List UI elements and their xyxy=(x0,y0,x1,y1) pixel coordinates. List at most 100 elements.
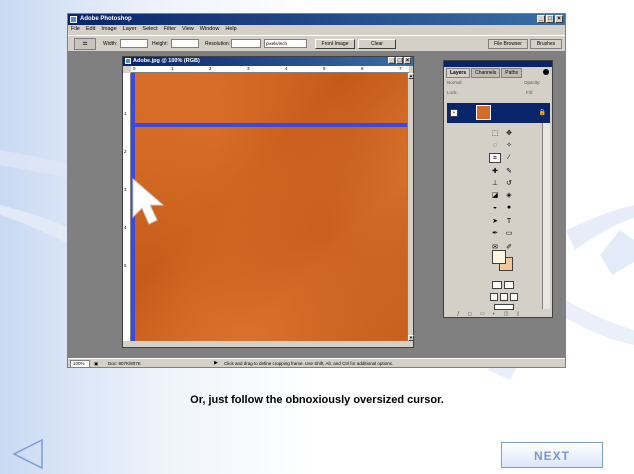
ruler-h-mark: 3 xyxy=(247,66,250,71)
menu-edit[interactable]: Edit xyxy=(86,25,95,34)
fill-label: Fill: xyxy=(526,90,533,95)
shape-tool-icon[interactable]: ▭ xyxy=(503,229,515,239)
menu-view[interactable]: View xyxy=(182,25,194,34)
history-brush-tool-icon[interactable]: ↺ xyxy=(503,179,515,189)
image-canvas[interactable] xyxy=(131,73,407,341)
opacity-label: Opacity: xyxy=(524,80,541,85)
doc-maximize-button[interactable]: □ xyxy=(396,57,403,64)
maximize-button[interactable]: □ xyxy=(546,15,554,23)
screen-mode-standard-button[interactable] xyxy=(490,293,498,301)
menu-filter[interactable]: Filter xyxy=(164,25,176,34)
workspace: Adobe.jpg @ 100% (RGB) _ □ × 0 1 2 3 4 5… xyxy=(68,52,565,358)
type-tool-icon[interactable]: T xyxy=(503,217,515,227)
standard-mode-button[interactable] xyxy=(492,281,502,289)
front-image-button[interactable]: Front Image xyxy=(315,39,355,49)
screen-mode-full-button[interactable] xyxy=(510,293,518,301)
options-bar: ⌗ Width: Height: Resolution: pixels/inch… xyxy=(68,35,565,52)
resolution-units-select[interactable]: pixels/inch xyxy=(264,39,307,48)
app-title: Adobe Photoshop xyxy=(80,16,132,22)
ruler-v-mark: 4 xyxy=(124,225,127,230)
layers-tools-palette: Layers Channels Paths Normal Opacity: Lo… xyxy=(443,60,553,318)
crop-tool-icon[interactable]: ⌗ xyxy=(489,153,501,163)
lasso-tool-icon[interactable]: ◌ xyxy=(489,141,501,151)
marquee-tool-icon[interactable]: ⬚ xyxy=(489,129,501,139)
quick-mask-mode-button[interactable] xyxy=(504,281,514,289)
pen-tool-icon[interactable]: ✒ xyxy=(489,229,501,239)
menu-bar: File Edit Image Layer Select Filter View… xyxy=(68,25,565,34)
tab-channels[interactable]: Channels xyxy=(471,68,501,78)
close-button[interactable]: × xyxy=(555,15,563,23)
menu-select[interactable]: Select xyxy=(142,25,157,34)
back-arrow-button[interactable] xyxy=(12,438,44,470)
photoshop-window: Adobe Photoshop _ □ × File Edit Image La… xyxy=(67,13,566,368)
file-browser-tab[interactable]: File Browser xyxy=(488,39,528,49)
vertical-ruler[interactable]: 1 2 3 4 5 xyxy=(123,73,131,341)
palette-title-bar[interactable] xyxy=(444,61,552,67)
document-icon xyxy=(125,58,131,64)
ruler-h-mark: 5 xyxy=(323,66,326,71)
layer-mask-icon[interactable]: ◻ xyxy=(468,311,480,317)
layer-style-icon[interactable]: ƒ xyxy=(457,311,468,317)
scroll-up-arrow-icon[interactable]: ▲ xyxy=(408,73,414,79)
screen-mode-full-menu-button[interactable] xyxy=(500,293,508,301)
menu-file[interactable]: File xyxy=(71,25,80,34)
ruler-v-mark: 2 xyxy=(124,149,127,154)
app-title-bar: Adobe Photoshop _ □ × xyxy=(68,14,565,25)
crop-icon: ⌗ xyxy=(82,39,88,48)
status-arrow-icon[interactable]: ▶ xyxy=(214,359,218,368)
healing-brush-tool-icon[interactable]: ✚ xyxy=(489,167,501,177)
height-input[interactable] xyxy=(171,39,199,48)
tab-layers[interactable]: Layers xyxy=(446,68,471,78)
new-layer-icon[interactable]: ◫ xyxy=(504,311,517,317)
doc-size-info[interactable]: Doc: 807K/807K xyxy=(108,359,141,368)
ruler-h-mark: 4 xyxy=(285,66,288,71)
palette-menu-arrow-icon[interactable] xyxy=(543,69,549,75)
zoom-level-input[interactable]: 100% xyxy=(70,360,90,368)
blur-tool-icon[interactable]: ◒ xyxy=(489,203,501,213)
document-vertical-scrollbar[interactable]: ▲ ▼ xyxy=(407,73,414,341)
ruler-h-mark: 1 xyxy=(171,66,174,71)
layer-row-background[interactable]: • 🔒 xyxy=(447,103,550,123)
resolution-input[interactable] xyxy=(231,39,261,48)
move-tool-icon[interactable]: ✥ xyxy=(503,129,515,139)
width-input[interactable] xyxy=(120,39,148,48)
brushes-tab[interactable]: Brushes xyxy=(530,39,562,49)
foreground-color-swatch[interactable] xyxy=(492,250,506,264)
lock-icon: 🔒 xyxy=(538,110,546,116)
palette-scrollbar[interactable] xyxy=(542,123,550,309)
doc-minimize-button[interactable]: _ xyxy=(388,57,395,64)
trash-icon[interactable]: ▯ xyxy=(516,311,527,317)
paint-bucket-tool-icon[interactable]: ◈ xyxy=(503,191,515,201)
width-label: Width: xyxy=(103,41,118,47)
scroll-down-arrow-icon[interactable]: ▼ xyxy=(408,335,414,341)
dodge-tool-icon[interactable]: ● xyxy=(503,203,515,213)
slide-caption: Or, just follow the obnoxiously oversize… xyxy=(190,394,444,406)
eraser-tool-icon[interactable]: ◪ xyxy=(489,191,501,201)
height-label: Height: xyxy=(152,41,168,47)
ruler-h-mark: 0 xyxy=(133,66,136,71)
back-arrow-icon xyxy=(12,438,43,470)
lock-label: Lock: xyxy=(447,90,458,95)
menu-help[interactable]: Help xyxy=(225,25,236,34)
crop-tool-preset-picker[interactable]: ⌗ xyxy=(74,38,96,50)
menu-window[interactable]: Window xyxy=(200,25,220,34)
horizontal-ruler[interactable]: 0 1 2 3 4 5 6 7 xyxy=(131,66,409,73)
path-selection-tool-icon[interactable]: ➤ xyxy=(489,217,501,227)
horizontal-guide[interactable] xyxy=(131,123,407,127)
document-title: Adobe.jpg @ 100% (RGB) xyxy=(133,58,200,64)
brush-tool-icon[interactable]: ✎ xyxy=(503,167,515,177)
doc-close-button[interactable]: × xyxy=(404,57,411,64)
eye-icon[interactable]: • xyxy=(450,109,458,117)
clear-button[interactable]: Clear xyxy=(358,39,396,49)
new-group-icon[interactable]: ▭ xyxy=(480,311,493,317)
next-button[interactable]: NEXT xyxy=(501,442,603,468)
slice-tool-icon[interactable]: ∕ xyxy=(503,153,515,163)
magic-wand-tool-icon[interactable]: ✧ xyxy=(503,141,515,151)
clone-stamp-tool-icon[interactable]: ⊥ xyxy=(489,179,501,189)
tab-paths[interactable]: Paths xyxy=(501,68,523,78)
menu-layer[interactable]: Layer xyxy=(123,25,137,34)
minimize-button[interactable]: _ xyxy=(537,15,545,23)
adjustment-layer-icon[interactable]: ◐ xyxy=(493,311,504,317)
blend-mode-select[interactable]: Normal xyxy=(447,79,462,87)
menu-image[interactable]: Image xyxy=(101,25,116,34)
